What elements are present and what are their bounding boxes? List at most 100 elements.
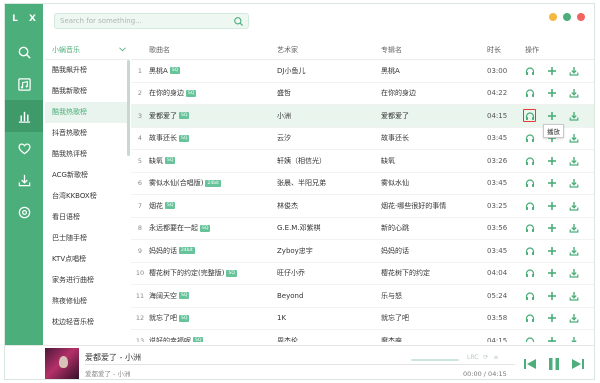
- next-button[interactable]: [571, 357, 585, 373]
- download-button[interactable]: [567, 222, 580, 235]
- download-button[interactable]: [567, 199, 580, 212]
- minimize-button[interactable]: [549, 13, 557, 21]
- sidebar-item[interactable]: 酷我新歌榜: [45, 81, 129, 102]
- add-to-list-button[interactable]: [545, 154, 558, 167]
- sidebar-item[interactable]: KTV点唱榜: [45, 249, 129, 270]
- play-button[interactable]: [523, 109, 536, 123]
- play-button[interactable]: [523, 199, 536, 212]
- pause-button[interactable]: [547, 357, 561, 373]
- add-to-list-button[interactable]: [545, 87, 558, 100]
- volume-slider[interactable]: [411, 359, 459, 361]
- download-button[interactable]: [567, 244, 580, 257]
- nav-settings-button[interactable]: [5, 196, 43, 228]
- album-cover[interactable]: [45, 348, 79, 379]
- table-row[interactable]: 5 缺氧 SQ 轩姨（相信光） 缺氧 03:26: [131, 150, 594, 173]
- download-button[interactable]: [567, 312, 580, 325]
- download-icon: [569, 88, 579, 98]
- add-to-list-button[interactable]: [545, 267, 558, 280]
- download-button[interactable]: [567, 177, 580, 190]
- sidebar-item[interactable]: 台湾KKBOX榜: [45, 186, 129, 207]
- table-row[interactable]: 8 永远都要在一起 SQ G.E.M.邓紫棋 新的心跳 03:56: [131, 218, 594, 240]
- artist-cell: 盛哲: [277, 89, 291, 98]
- add-to-list-button[interactable]: [545, 244, 558, 257]
- download-button[interactable]: [567, 109, 580, 122]
- sidebar-item[interactable]: 酷我热评榜: [45, 144, 129, 165]
- add-to-list-button[interactable]: [545, 199, 558, 212]
- song-name-cell: 樱花树下的约定(完整版) SQ: [149, 268, 277, 278]
- play-button[interactable]: [523, 154, 536, 167]
- quality-badge: SQ: [226, 269, 237, 277]
- sidebar-scrollbar[interactable]: [127, 60, 130, 156]
- table-row[interactable]: 13 说好的幸福呢 SQ 周杰伦 魔杰座 04:15: [131, 330, 594, 342]
- repeat-icon[interactable]: ⟳: [483, 354, 488, 361]
- add-to-list-button[interactable]: [545, 177, 558, 190]
- add-to-list-button[interactable]: [545, 64, 558, 77]
- search-bar: [54, 13, 249, 29]
- sidebar-item[interactable]: 酷我热歌榜: [45, 102, 129, 123]
- close-button[interactable]: [577, 13, 585, 21]
- table-scrollbar[interactable]: [594, 64, 595, 214]
- add-to-list-button[interactable]: [545, 312, 558, 325]
- nav-charts-button[interactable]: [5, 100, 43, 132]
- sidebar-item[interactable]: 巴士随手榜: [45, 228, 129, 249]
- table-row[interactable]: 6 雾似水仙(合唱版) 24bit 张晨、半阳兄弟 雾似水仙 03:45: [131, 173, 594, 195]
- table-row[interactable]: 12 就忘了吧 SQ 1K 就忘了吧 03:58: [131, 308, 594, 330]
- play-button[interactable]: [523, 289, 536, 302]
- play-button[interactable]: [523, 267, 536, 280]
- song-name: 说好的幸福呢: [149, 336, 191, 342]
- sidebar-item[interactable]: 看日语榜: [45, 207, 129, 228]
- play-button[interactable]: [523, 334, 536, 342]
- search-icon[interactable]: [233, 16, 244, 27]
- play-button[interactable]: [523, 312, 536, 325]
- headphones-icon: [525, 88, 535, 98]
- table-row[interactable]: 9 妈妈的话 24bit Zyboy忠宇 妈妈的话 03:45: [131, 240, 594, 263]
- add-to-list-button[interactable]: [545, 334, 558, 342]
- table-row[interactable]: 1 黑桃A SQ DJ小鱼儿 黑桃A 03:00: [131, 60, 594, 83]
- download-button[interactable]: [567, 64, 580, 77]
- nav-library-button[interactable]: [5, 68, 43, 100]
- play-button[interactable]: [523, 177, 536, 190]
- download-button[interactable]: [567, 132, 580, 145]
- search-input[interactable]: [60, 14, 230, 28]
- play-tooltip: 播放: [543, 124, 564, 138]
- album-cell: 在你的身边: [381, 89, 416, 98]
- play-button[interactable]: [523, 132, 536, 145]
- play-button[interactable]: [523, 64, 536, 77]
- source-selector[interactable]: 小蜗音乐: [45, 40, 129, 60]
- sidebar-item[interactable]: 熬夜修仙榜: [45, 291, 129, 312]
- lyrics-toggle[interactable]: LRC: [467, 354, 478, 361]
- duration-cell: 03:00: [487, 66, 508, 75]
- play-button[interactable]: [523, 87, 536, 100]
- table-row[interactable]: 3 爱都爱了 SQ 小洲 爱都爱了 04:15: [131, 105, 594, 128]
- download-button[interactable]: [567, 289, 580, 302]
- song-name-cell: 黑桃A SQ: [149, 66, 277, 76]
- prev-button[interactable]: [523, 357, 537, 373]
- play-button[interactable]: [523, 222, 536, 235]
- sidebar-item[interactable]: 家务进行曲榜: [45, 270, 129, 291]
- table-row[interactable]: 2 在你的身边 SQ 盛哲 在你的身边 04:22: [131, 83, 594, 105]
- sidebar-item[interactable]: ACG新歌榜: [45, 165, 129, 186]
- maximize-button[interactable]: [563, 13, 571, 21]
- table-row[interactable]: 7 烟花 SQ 林俊杰 烟花·哪些很好的事情 03:25: [131, 195, 594, 218]
- playlist-icon[interactable]: ≡: [493, 354, 498, 361]
- sidebar-item[interactable]: 枕边轻音乐榜: [45, 312, 129, 333]
- download-button[interactable]: [567, 87, 580, 100]
- table-row[interactable]: 11 海阔天空 SQ Beyond 乐与怒 05:24: [131, 285, 594, 308]
- add-to-list-button[interactable]: [545, 109, 558, 122]
- table-row[interactable]: 4 故事还长 SQ 云汐 故事还长 03:45: [131, 128, 594, 150]
- download-button[interactable]: [567, 334, 580, 342]
- nav-download-button[interactable]: [5, 164, 43, 196]
- download-button[interactable]: [567, 154, 580, 167]
- quality-badge: SQ: [193, 337, 204, 342]
- play-button[interactable]: [523, 244, 536, 257]
- row-number: 6: [137, 179, 143, 188]
- table-row[interactable]: 10 樱花树下的约定(完整版) SQ 旺仔小乔 樱花树下的约定 04:04: [131, 263, 594, 285]
- sidebar-item[interactable]: 抖音热歌榜: [45, 123, 129, 144]
- progress-bar[interactable]: [85, 364, 515, 365]
- download-button[interactable]: [567, 267, 580, 280]
- add-to-list-button[interactable]: [545, 289, 558, 302]
- nav-favorites-button[interactable]: [5, 132, 43, 164]
- add-to-list-button[interactable]: [545, 222, 558, 235]
- sidebar-item[interactable]: 酷我飙升榜: [45, 60, 129, 81]
- nav-search-button[interactable]: [5, 36, 43, 68]
